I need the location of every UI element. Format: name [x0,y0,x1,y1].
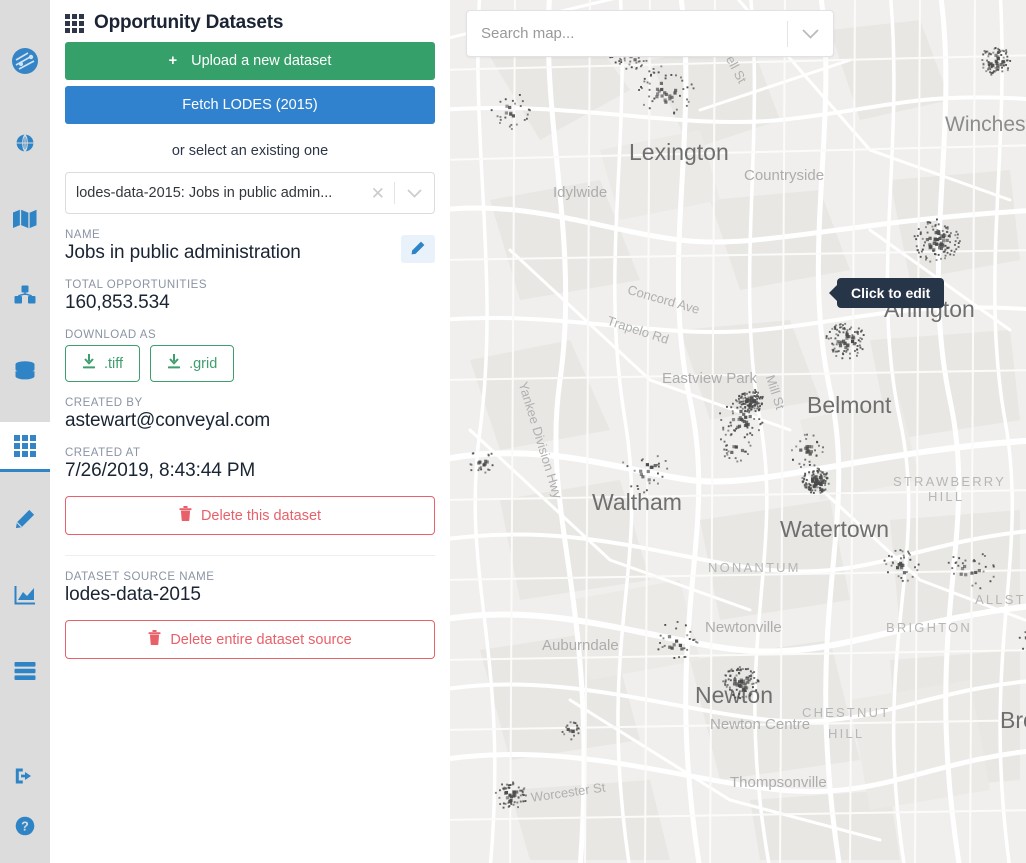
sidebar-item-help[interactable]: ? [0,801,50,851]
opportunity-datasets-panel: Opportunity Datasets + Upload a new datas… [50,0,450,863]
grid-icon [65,14,84,33]
delete-dataset-button[interactable]: Delete this dataset [65,496,435,535]
download-as-label: DOWNLOAD AS [65,329,435,341]
globe-icon [15,133,35,153]
name-label: NAME [65,229,301,241]
opportunity-cluster [470,452,494,473]
opportunity-cluster [495,782,527,809]
app-root: ? Opportunity Datasets + Upload a new dat… [0,0,1026,863]
conveyal-logo-icon [12,48,38,74]
opportunity-cluster [562,721,580,740]
download-tiff-button[interactable]: .tiff [65,345,140,382]
download-grid-button[interactable]: .grid [150,345,234,382]
dataset-select[interactable]: lodes-data-2015: Jobs in public admin...… [65,172,435,214]
created-at-field: CREATED AT 7/26/2019, 8:43:44 PM [65,447,435,482]
name-field-text: NAME Jobs in public administration [65,229,301,264]
sidebar-item-regional-analyses[interactable] [0,646,50,696]
dataset-source-name-label: DATASET SOURCE NAME [65,571,435,583]
pencil-icon [15,509,35,529]
map-canvas[interactable]: Lowell StWinchesterLexingtonCountrysideI… [450,0,1026,863]
delete-dataset-source-button[interactable]: Delete entire dataset source [65,620,435,659]
sidebar-item-projects[interactable] [0,194,50,244]
sidebar-item-network-bundles[interactable] [0,270,50,320]
download-buttons: .tiff .grid [65,345,435,382]
sidebar-item-logout[interactable] [0,751,50,801]
dataset-source-name-field: DATASET SOURCE NAME lodes-data-2015 [65,571,435,606]
sidebar-item-opportunity-datasets[interactable] [0,422,50,472]
opportunity-cluster [802,468,830,494]
opportunity-cluster [948,553,995,589]
sidebar-item-regions[interactable] [0,118,50,168]
chevron-down-icon[interactable] [788,29,833,39]
opportunity-cluster [638,65,694,114]
page-title: Opportunity Datasets [94,12,283,34]
database-icon [14,361,36,381]
created-at-value: 7/26/2019, 8:43:44 PM [65,460,435,482]
upload-button-label: Upload a new dataset [191,53,331,69]
sidebar-item-analyze[interactable] [0,570,50,620]
or-select-text: or select an existing one [65,124,435,172]
opportunity-cluster [981,47,1011,76]
map-search-box[interactable] [466,10,834,57]
opportunity-cluster [884,549,920,582]
opportunity-cluster [720,434,751,463]
opportunity-cluster [622,455,668,493]
download-grid-label: .grid [189,356,217,372]
name-value: Jobs in public administration [65,242,301,264]
download-icon [167,354,181,373]
opportunity-cluster [491,94,531,130]
opportunity-cluster [914,219,961,263]
sidebar-item-resources[interactable] [0,346,50,396]
created-by-label: CREATED BY [65,397,435,409]
bundle-icon [14,285,36,305]
opportunity-cluster [826,323,865,359]
search-input[interactable] [467,25,787,42]
question-circle-icon: ? [15,816,35,836]
chart-icon [14,585,36,605]
total-opportunities-field: TOTAL OPPORTUNITIES 160,853.534 [65,279,435,314]
sidebar-item-edit-modifications[interactable] [0,494,50,544]
trash-icon [148,630,161,649]
sidebar-nav: ? [0,0,50,863]
created-at-label: CREATED AT [65,447,435,459]
fetch-lodes-button[interactable]: Fetch LODES (2015) [65,86,435,124]
pencil-icon [411,241,425,258]
chevron-down-icon[interactable] [395,189,434,198]
edit-name-tooltip: Click to edit [837,278,944,308]
svg-text:?: ? [21,820,29,834]
opportunity-cluster [791,434,824,468]
total-opportunities-label: TOTAL OPPORTUNITIES [65,279,435,291]
opportunity-cluster [1019,630,1026,651]
dataset-source-name-value: lodes-data-2015 [65,584,435,606]
download-tiff-label: .tiff [104,356,123,372]
delete-dataset-label: Delete this dataset [201,508,321,524]
sidebar-item-logo[interactable] [0,36,50,86]
delete-dataset-source-label: Delete entire dataset source [170,632,351,648]
close-icon[interactable]: ✕ [362,185,394,202]
download-as-field: DOWNLOAD AS .tiff .grid [65,329,435,382]
created-by-value: astewart@conveyal.com [65,410,435,432]
plus-icon: + [169,53,177,69]
grid-icon [14,435,36,457]
panel-header: Opportunity Datasets [65,0,435,42]
map-icon [13,209,37,229]
opportunity-cluster [658,621,699,659]
dataset-select-value: lodes-data-2015: Jobs in public admin... [66,185,362,201]
download-icon [82,354,96,373]
opportunity-points-layer [450,0,1026,863]
total-opportunities-value: 160,853.534 [65,292,435,314]
section-divider [65,555,435,556]
server-icon [14,661,36,681]
edit-name-button[interactable] [401,235,435,263]
trash-icon [179,506,192,525]
logout-icon [15,766,35,786]
name-field: NAME Jobs in public administration [65,229,435,264]
upload-new-dataset-button[interactable]: + Upload a new dataset [65,42,435,80]
opportunity-cluster [722,666,759,699]
created-by-field: CREATED BY astewart@conveyal.com [65,397,435,432]
